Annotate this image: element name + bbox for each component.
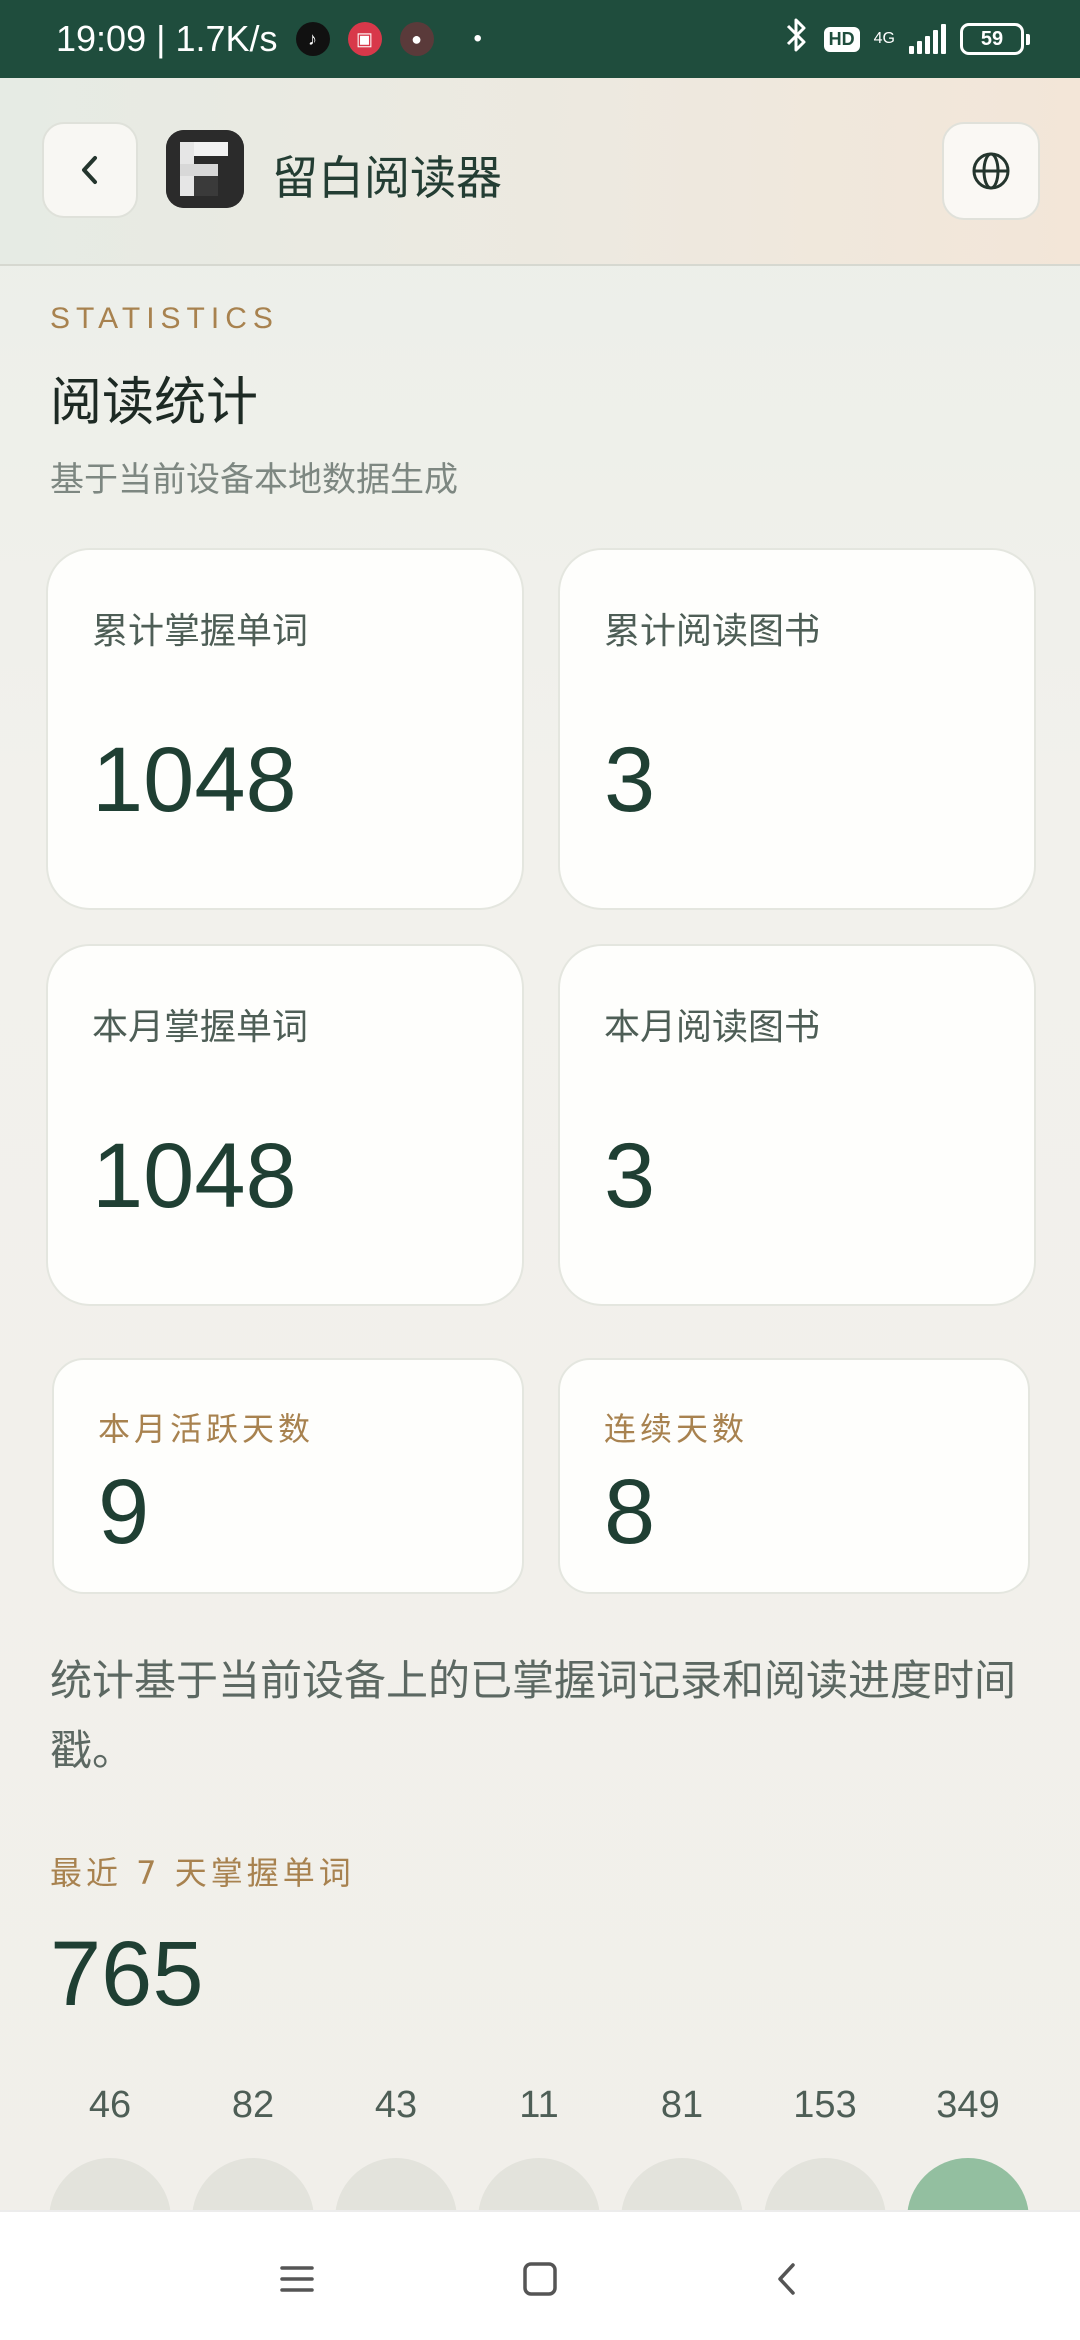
day-count: 43: [374, 2084, 418, 2126]
day-value-4: 11: [479, 2084, 599, 2127]
day-value-7: 349: [908, 2084, 1028, 2127]
day-count: 82: [231, 2084, 275, 2126]
menu-icon: [280, 2266, 314, 2292]
card-value: 3: [604, 1125, 656, 1227]
card-value: 3: [604, 729, 656, 831]
card-label: 本月掌握单词: [92, 1007, 309, 1048]
active-days-card: 本月活跃天数 9: [52, 1358, 524, 1594]
chevron-left-icon: [778, 2263, 795, 2295]
battery-icon: 59: [960, 23, 1030, 55]
card-label: 本月阅读图书: [604, 1007, 821, 1048]
day-value-1: 46: [50, 2084, 170, 2127]
chevron-left-icon: [82, 156, 97, 184]
day-count: 11: [519, 2084, 559, 2126]
card-label: 连续天数: [604, 1410, 749, 1448]
streak-days-card: 连续天数 8: [558, 1358, 1030, 1594]
notification-dot-icon: •: [473, 25, 482, 52]
bluetooth-icon: [784, 16, 810, 63]
card-value: 9: [98, 1461, 150, 1563]
system-nav-bar: [0, 2210, 1080, 2340]
app-title: 留白阅读器: [272, 151, 502, 205]
day-count: 46: [88, 2084, 132, 2126]
card-value: 8: [604, 1461, 656, 1563]
card-value: 1048: [92, 729, 297, 831]
card-label: 累计阅读图书: [604, 611, 821, 652]
home-button[interactable]: [505, 2244, 575, 2314]
app-logo: [166, 130, 244, 208]
month-books-card: 本月阅读图书 3: [558, 944, 1036, 1306]
globe-icon: [972, 152, 1010, 190]
tiktok-icon: ♪: [295, 22, 330, 56]
network-type-label: 4G: [873, 30, 895, 47]
status-right: HD 4G 59: [784, 16, 1030, 63]
card-value: 1048: [92, 1125, 297, 1227]
section-overline: STATISTICS: [50, 302, 279, 335]
card-label: 累计掌握单词: [92, 611, 309, 652]
system-back-button[interactable]: [752, 2244, 822, 2314]
square-home-icon: [523, 2262, 557, 2296]
status-left: 19:09 | 1.7K/s ♪ ▣ ● •: [56, 18, 482, 60]
day-count: 153: [793, 2084, 857, 2126]
day-count: 349: [936, 2084, 1000, 2126]
page-subtitle: 基于当前设备本地数据生成: [50, 460, 458, 500]
day-value-6: 153: [765, 2084, 885, 2127]
app-header: 留白阅读器: [0, 78, 1080, 266]
day-value-3: 43: [336, 2084, 456, 2127]
total-books-card: 累计阅读图书 3: [558, 548, 1036, 910]
recents-button[interactable]: [262, 2244, 332, 2314]
back-button[interactable]: [42, 122, 138, 218]
battery-level: 59: [980, 27, 1004, 50]
total-words-card: 累计掌握单词 1048: [46, 548, 524, 910]
signal-icon: [909, 24, 946, 54]
language-button[interactable]: [942, 122, 1040, 220]
status-bar: 19:09 | 1.7K/s ♪ ▣ ● • HD 4G 59: [0, 0, 1080, 78]
card-label: 本月活跃天数: [98, 1410, 315, 1448]
game-app-icon: ●: [399, 22, 434, 56]
stats-note: 统计基于当前设备上的已掌握词记录和阅读进度时间戳。: [50, 1656, 1017, 1775]
day-value-2: 82: [193, 2084, 313, 2127]
page-title: 阅读统计: [50, 373, 259, 433]
month-words-card: 本月掌握单词 1048: [46, 944, 524, 1306]
status-time-speed: 19:09 | 1.7K/s: [56, 18, 278, 59]
day-value-5: 81: [622, 2084, 742, 2127]
news-app-icon: ▣: [347, 22, 382, 56]
hd-badge: HD: [823, 26, 860, 52]
day-count: 81: [660, 2084, 704, 2126]
recent-label: 最近 7 天掌握单词: [50, 1854, 355, 1892]
recent-total: 765: [50, 1923, 204, 2025]
